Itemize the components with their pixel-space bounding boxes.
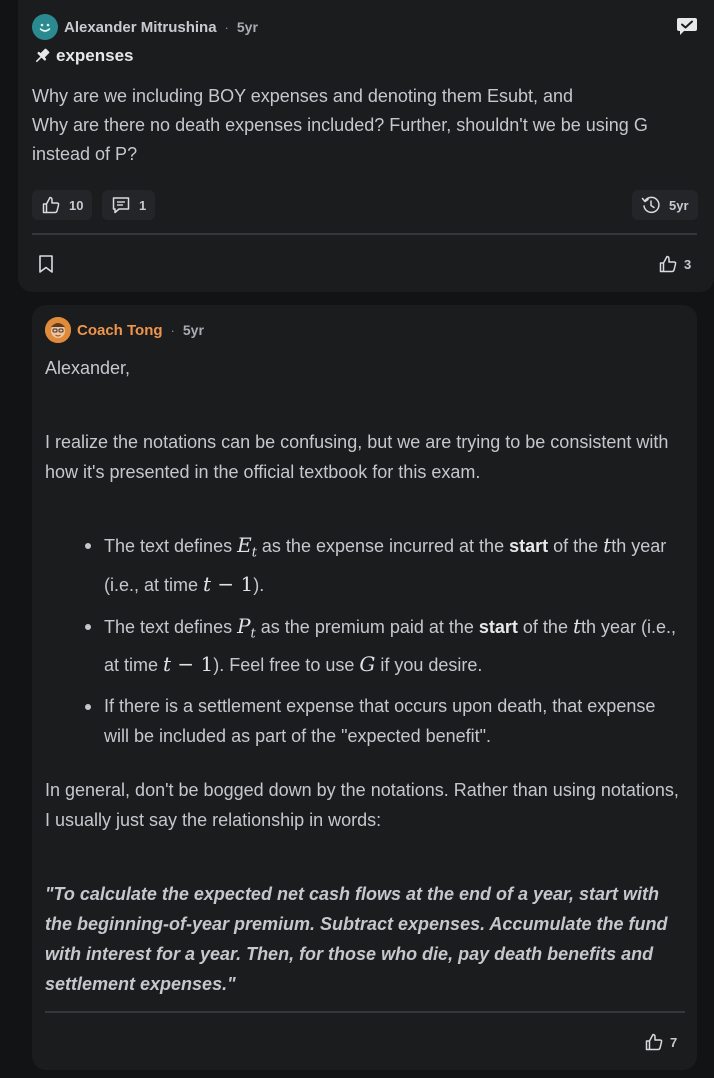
coach-avatar[interactable]: [45, 317, 71, 343]
avatar[interactable]: [32, 14, 58, 40]
reply-header: Coach Tong · 5yr: [45, 317, 204, 343]
divider: [32, 233, 697, 235]
comments-button[interactable]: 1: [102, 190, 156, 220]
reply-bullet-list: The text defines Et as the expense incur…: [85, 530, 685, 762]
divider: [45, 1011, 685, 1013]
thumbs-up-icon: [659, 255, 677, 273]
reply-author[interactable]: Coach Tong: [77, 322, 163, 339]
post-body-line-1: Why are we including BOY expenses and de…: [32, 86, 574, 106]
reply-like-count: 7: [670, 1034, 678, 1050]
reply-greeting: Alexander,: [45, 358, 131, 378]
post-body: Why are we including BOY expenses and de…: [32, 82, 698, 169]
reply-paragraph-1: I realize the notations can be confusing…: [45, 432, 669, 482]
history-icon: [641, 196, 660, 214]
comment-count: 1: [139, 197, 147, 213]
list-item: The text defines Pt as the premium paid …: [85, 611, 685, 681]
pin-icon: [35, 48, 50, 63]
post-title-row: expenses: [32, 46, 134, 66]
reply-quote: "To calculate the expected net cash flow…: [45, 884, 668, 994]
reply-section-like-button[interactable]: 3: [658, 254, 691, 274]
post-title: expenses: [56, 46, 134, 65]
page: Alexander Mitrushina · 5yr expenses Why …: [0, 0, 714, 1078]
face-icon: [45, 317, 71, 343]
history-button[interactable]: 5yr: [632, 190, 698, 220]
thumbs-up-icon: [42, 196, 60, 214]
reply-paragraph-2: In general, don't be bogged down by the …: [45, 780, 679, 830]
reply-like-button[interactable]: 7: [644, 1032, 677, 1052]
post-time: 5yr: [236, 19, 258, 35]
reply-section-like-count: 3: [684, 256, 692, 272]
post-header: Alexander Mitrushina · 5yr: [32, 14, 258, 40]
history-label: 5yr: [669, 197, 689, 213]
smiley-icon: [39, 23, 51, 32]
thumbs-up-icon: [645, 1033, 663, 1051]
separator-dot: ·: [170, 322, 175, 338]
post-body-line-2: Why are there no death expenses included…: [32, 115, 648, 164]
separator-dot: ·: [224, 19, 229, 35]
list-item: The text defines Et as the expense incur…: [85, 530, 685, 600]
like-count: 10: [69, 197, 84, 213]
bookmark-icon[interactable]: [37, 254, 55, 274]
list-item: If there is a settlement expense that oc…: [85, 691, 685, 751]
comment-icon: [112, 197, 130, 214]
post-author[interactable]: Alexander Mitrushina: [64, 19, 217, 36]
like-button[interactable]: 10: [32, 190, 93, 220]
reply-time: 5yr: [182, 322, 204, 338]
resolved-badge-icon[interactable]: [676, 16, 698, 36]
